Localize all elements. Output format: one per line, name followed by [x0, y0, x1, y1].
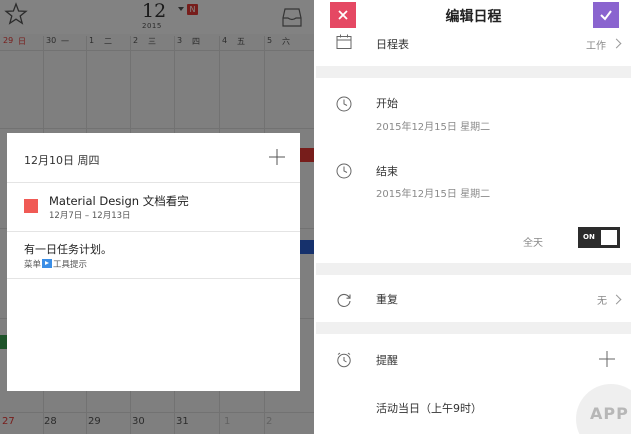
end-label: 结束: [376, 165, 398, 178]
event-title: Material Design 文档看完: [49, 194, 189, 208]
toggle-knob: [601, 230, 617, 245]
editor-header: 编辑日程: [316, 0, 631, 34]
chevron-right-icon: [611, 38, 622, 49]
repeat-value: 无: [597, 296, 607, 307]
section-divider: [316, 322, 631, 334]
section-divider: [316, 66, 631, 78]
confirm-button[interactable]: [593, 2, 619, 28]
divider: [7, 278, 300, 279]
event-date-range: 12月7日 – 12月13日: [49, 211, 131, 221]
plus-icon[interactable]: [269, 149, 285, 165]
schedule-value: 工作: [586, 41, 606, 52]
add-reminder-button[interactable]: [599, 351, 615, 367]
end-value: 2015年12月15日 星期二: [376, 189, 491, 200]
popup-date-title: 12月10日 周四: [24, 154, 100, 167]
page-title: 编辑日程: [445, 9, 502, 25]
clock-icon: [336, 163, 352, 179]
schedule-label: 日程表: [376, 38, 409, 51]
divider: [7, 182, 300, 183]
arrow-right-icon: [42, 259, 53, 268]
section-divider: [316, 263, 631, 275]
app-watermark-logo: APP: [576, 384, 631, 434]
all-day-toggle[interactable]: ON: [578, 227, 620, 248]
check-icon: [600, 10, 612, 21]
alarm-clock-icon: [337, 352, 351, 368]
start-label: 开始: [376, 97, 398, 110]
reminder-label: 提醒: [376, 354, 398, 367]
day-popup: 12月10日 周四 Material Design 文档看完 12月7日 – 1…: [7, 133, 300, 391]
toggle-state-text: ON: [583, 233, 595, 241]
clock-icon: [336, 96, 352, 112]
calendar-icon: [336, 34, 352, 49]
start-value: 2015年12月15日 星期二: [376, 122, 491, 133]
repeat-icon: [337, 293, 351, 307]
task-title: 有一日任务计划。: [24, 243, 112, 256]
repeat-label: 重复: [376, 293, 398, 306]
divider: [7, 231, 300, 232]
reminder-item-text: 活动当日（上午9时）: [376, 402, 482, 415]
calendar-pane: 12 2015 N 29 日 30 一 1二 2三 3四 4五 5六 27 28 2…: [0, 0, 314, 434]
all-day-label: 全天: [523, 238, 543, 249]
task-subtitle: 菜单 工具提示: [24, 259, 88, 270]
event-color-swatch: [24, 199, 38, 213]
edit-schedule-pane: 编辑日程 日程表 工作 开始 2015年12月15日 星期二 结束 2015年1…: [316, 0, 631, 434]
chevron-right-icon: [611, 294, 622, 305]
